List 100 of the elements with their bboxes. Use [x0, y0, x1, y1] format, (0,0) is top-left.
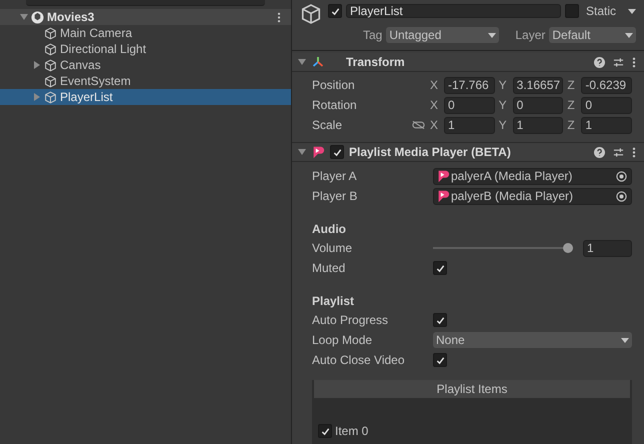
object-name: EventSystem	[60, 73, 131, 90]
property-label: Player A	[312, 168, 358, 185]
component-title: Playlist Media Player (BETA)	[349, 144, 511, 161]
checkmark-icon	[436, 356, 444, 364]
cube-icon	[300, 3, 322, 25]
checkbox[interactable]	[564, 4, 579, 18]
tag-dropdown[interactable]: Untagged	[386, 27, 500, 43]
number-field[interactable]: 1	[512, 116, 564, 134]
collapse-icon[interactable]	[20, 13, 28, 21]
object-field[interactable]: palyerB (Media Player)	[433, 188, 632, 204]
property-label: Rotation	[312, 97, 358, 114]
checkmark-icon	[436, 316, 444, 324]
more-icon[interactable]	[632, 146, 636, 158]
cube-icon	[44, 58, 57, 72]
caret-icon	[621, 338, 629, 342]
checkbox[interactable]	[328, 4, 342, 18]
section-header: Playlist	[312, 293, 354, 310]
scene-icon	[31, 10, 44, 24]
layer-label: Layer	[515, 27, 546, 44]
caret-icon	[628, 8, 636, 14]
axis-gizmo-icon	[312, 56, 324, 68]
cube-icon	[44, 74, 57, 88]
checkbox[interactable]	[318, 424, 332, 438]
axis-label: Z	[567, 117, 576, 134]
property-label: Loop Mode	[312, 332, 374, 349]
component-title: Transform	[346, 54, 405, 71]
expand-icon[interactable]	[33, 61, 41, 69]
axis-label: Z	[567, 77, 576, 94]
help-icon[interactable]	[594, 56, 605, 68]
unlinked-icon[interactable]	[412, 120, 425, 130]
help-icon[interactable]	[594, 146, 605, 158]
property-label: Auto Close Video	[312, 352, 406, 369]
axis-label: Y	[498, 117, 508, 134]
hierarchy-item[interactable]: Directional Light	[0, 41, 291, 57]
cube-icon	[44, 42, 57, 56]
property-label: Position	[312, 77, 356, 94]
scene-name: Movies3	[47, 9, 94, 26]
list-header: Playlist Items	[314, 380, 630, 398]
media-player-icon	[436, 189, 450, 203]
number-field[interactable]: 1	[583, 240, 632, 256]
hierarchy-item[interactable]: PlayerList	[0, 89, 291, 105]
axis-label: X	[430, 97, 440, 114]
preset-icon[interactable]	[613, 56, 624, 68]
property-label: Scale	[312, 117, 344, 134]
property-label: Auto Progress	[312, 312, 390, 329]
checkmark-icon	[330, 6, 340, 16]
checkmark-icon	[332, 148, 342, 156]
more-icon[interactable]	[632, 56, 636, 68]
preset-icon[interactable]	[613, 146, 624, 158]
checkbox[interactable]	[433, 353, 447, 367]
number-field[interactable]: 1	[444, 116, 495, 134]
number-field[interactable]: 0	[581, 96, 632, 114]
axis-label: X	[430, 77, 440, 94]
collapse-icon[interactable]	[298, 148, 306, 156]
axis-label: X	[430, 117, 440, 134]
scene-header[interactable]: Movies3	[0, 9, 291, 25]
object-field[interactable]: palyerA (Media Player)	[433, 168, 632, 184]
checkmark-icon	[436, 264, 444, 272]
object-name: PlayerList	[60, 89, 113, 106]
object-name: Canvas	[60, 57, 101, 74]
object-name: Main Camera	[60, 25, 132, 42]
axis-label: Y	[498, 97, 508, 114]
property-label: Volume	[312, 240, 354, 257]
media-player-icon	[436, 169, 450, 183]
object-name: Directional Light	[60, 41, 146, 58]
checkbox[interactable]	[433, 313, 447, 327]
cube-icon	[44, 90, 57, 104]
collapse-icon[interactable]	[298, 58, 306, 66]
checkbox[interactable]	[330, 145, 344, 159]
hierarchy-item[interactable]: Canvas	[0, 57, 291, 73]
slider[interactable]	[433, 243, 573, 253]
hierarchy-item[interactable]: EventSystem	[0, 73, 291, 89]
number-field[interactable]: 0	[512, 96, 564, 114]
property-label: Player B	[312, 188, 358, 205]
list-item-label: Item 0	[335, 423, 368, 440]
dropdown[interactable]: None	[433, 332, 632, 348]
number-field[interactable]: 3.16657	[512, 76, 564, 94]
caret-icon	[625, 32, 633, 38]
media-player-icon	[311, 145, 325, 159]
checkbox[interactable]	[433, 261, 447, 275]
cube-icon	[44, 26, 57, 40]
section-header: Audio	[312, 221, 346, 238]
number-field[interactable]: -17.766	[444, 76, 495, 94]
target-icon[interactable]	[616, 170, 627, 182]
property-label: Muted	[312, 260, 346, 277]
layer-dropdown[interactable]: Default	[549, 27, 636, 43]
tag-label: Tag	[363, 27, 382, 44]
target-icon[interactable]	[616, 190, 627, 202]
number-field[interactable]: 0	[444, 96, 495, 114]
checkmark-icon	[320, 426, 330, 436]
name-field[interactable]: PlayerList	[346, 4, 561, 18]
component-header[interactable]: Playlist Media Player (BETA)	[292, 142, 644, 162]
number-field[interactable]: 1	[581, 116, 632, 134]
axis-label: Z	[567, 97, 576, 114]
static-label: Static	[586, 3, 616, 20]
number-field[interactable]: -0.6239	[581, 76, 632, 94]
axis-label: Y	[498, 77, 508, 94]
more-icon[interactable]	[277, 12, 281, 22]
hierarchy-item[interactable]: Main Camera	[0, 25, 291, 41]
caret-icon	[488, 32, 496, 38]
